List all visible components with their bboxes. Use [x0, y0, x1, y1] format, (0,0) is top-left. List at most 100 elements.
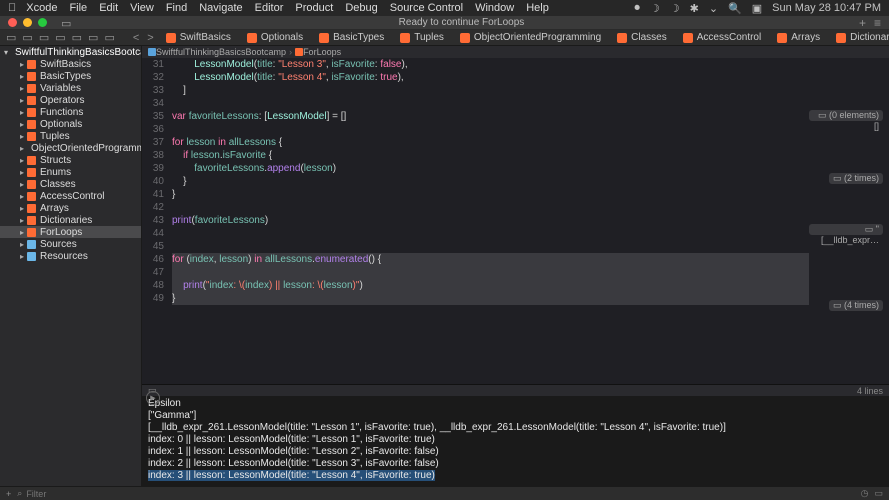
clock-icon[interactable]: ◷	[861, 488, 869, 499]
sidebar-item-optionals[interactable]: ▸Optionals	[0, 118, 141, 130]
sidebar-item-enums[interactable]: ▸Enums	[0, 166, 141, 178]
sidebar-item-functions[interactable]: ▸Functions	[0, 106, 141, 118]
tab-classes[interactable]: Classes	[609, 30, 675, 46]
tab-optionals[interactable]: Optionals	[239, 30, 311, 46]
chevron-right-icon[interactable]: ▸	[20, 168, 24, 177]
filter-input[interactable]	[26, 489, 143, 499]
menu-edit[interactable]: Edit	[99, 2, 118, 14]
sidebar-item-objectorientedprogramming[interactable]: ▸ObjectOrientedProgramming	[0, 142, 141, 154]
nav-find-icon[interactable]: ▭	[55, 31, 65, 45]
chevron-right-icon[interactable]: ▸	[20, 252, 24, 261]
sidebar-item-forloops[interactable]: ▸ForLoops	[0, 226, 141, 238]
tab-basictypes[interactable]: BasicTypes	[311, 30, 392, 46]
sidebar-item-swiftbasics[interactable]: ▸SwiftBasics	[0, 58, 141, 70]
apple-menu-icon[interactable]: 	[8, 2, 16, 14]
nav-project-icon[interactable]: ▭	[6, 31, 16, 45]
zoom-button[interactable]	[38, 18, 47, 27]
chevron-right-icon[interactable]: ▸	[20, 120, 24, 129]
chevron-right-icon[interactable]: ▸	[20, 84, 24, 93]
chevron-right-icon[interactable]: ▸	[20, 240, 24, 249]
editor-back-button[interactable]: <	[133, 32, 139, 44]
nav-source-control-icon[interactable]: ▭	[22, 31, 32, 45]
results-sidebar[interactable]: ▭ (0 elements) [] ▭ (2 times) ▭ "[__lldb…	[809, 58, 889, 384]
breadcrumb-bar[interactable]: SwiftfulThinkingBasicsBootcamp › ForLoop…	[142, 46, 889, 58]
nav-symbol-icon[interactable]: ▭	[39, 31, 49, 45]
chevron-right-icon[interactable]: ▸	[20, 192, 24, 201]
chevron-right-icon[interactable]: ▸	[20, 72, 24, 81]
tab-accesscontrol[interactable]: AccessControl	[675, 30, 769, 46]
debug-console[interactable]: Epsilon["Gamma"][__lldb_expr_261.LessonM…	[142, 396, 889, 486]
breadcrumb-project[interactable]: SwiftfulThinkingBasicsBootcamp	[156, 47, 286, 57]
clock[interactable]: Sun May 28 10:47 PM	[772, 2, 881, 14]
loom-icon[interactable]: ✱	[690, 2, 699, 15]
record-icon[interactable]: ⏺	[634, 2, 640, 15]
chevron-right-icon[interactable]: ▸	[20, 108, 24, 117]
code-editor[interactable]: LessonModel(title: "Lesson 3", isFavorit…	[172, 58, 809, 384]
chevron-right-icon[interactable]: ▸	[20, 96, 24, 105]
chevron-right-icon[interactable]: ▸	[20, 228, 24, 237]
chevron-right-icon[interactable]: ▸	[20, 156, 24, 165]
run-line-button[interactable]: ▶	[146, 391, 160, 405]
tab-tuples[interactable]: Tuples	[392, 30, 452, 46]
sidebar-item-structs[interactable]: ▸Structs	[0, 154, 141, 166]
sidebar-item-variables[interactable]: ▸Variables	[0, 82, 141, 94]
sidebar-item-classes[interactable]: ▸Classes	[0, 178, 141, 190]
minimize-button[interactable]	[23, 18, 32, 27]
sidebar-item-arrays[interactable]: ▸Arrays	[0, 202, 141, 214]
nav-test-icon[interactable]: ▭	[88, 31, 98, 45]
wifi-icon[interactable]: ⌄	[709, 2, 718, 15]
chevron-right-icon[interactable]: ▸	[20, 180, 24, 189]
menu-help[interactable]: Help	[526, 2, 549, 14]
sidebar-toggle-icon[interactable]: ▭	[61, 17, 72, 28]
add-tab-button[interactable]: +	[859, 16, 866, 30]
navigator-toolbar: ▭ ▭ ▭ ▭ ▭ ▭ ▭ < > SwiftBasics Optionals …	[0, 30, 889, 46]
result-badge[interactable]: ▭ (4 times)	[829, 300, 883, 311]
breadcrumb-file[interactable]: ForLoops	[303, 47, 341, 57]
nav-issue-icon[interactable]: ▭	[72, 31, 82, 45]
chevron-right-icon[interactable]: ▸	[20, 216, 24, 225]
sidebar-item-operators[interactable]: ▸Operators	[0, 94, 141, 106]
chevron-right-icon[interactable]: ▸	[20, 144, 24, 153]
menu-product[interactable]: Product	[295, 2, 333, 14]
menu-editor[interactable]: Editor	[255, 2, 284, 14]
result-badge[interactable]: ▭ "[__lldb_expr…	[809, 224, 883, 235]
sidebar-item-accesscontrol[interactable]: ▸AccessControl	[0, 190, 141, 202]
sidebar-item-basictypes[interactable]: ▸BasicTypes	[0, 70, 141, 82]
close-button[interactable]	[8, 18, 17, 27]
moon-icon[interactable]: ☽	[670, 2, 680, 15]
tab-swiftbasics[interactable]: SwiftBasics	[158, 30, 239, 46]
project-root[interactable]: ▾ SwiftfulThinkingBasicsBootcamp	[0, 46, 141, 58]
tab-arrays[interactable]: Arrays	[769, 30, 828, 46]
menu-source-control[interactable]: Source Control	[390, 2, 463, 14]
nav-debug-icon[interactable]: ▭	[104, 31, 114, 45]
chevron-down-icon[interactable]: ▾	[4, 48, 8, 57]
scope-icon[interactable]: ▭	[874, 488, 883, 499]
result-badge[interactable]: ▭ (0 elements) []	[809, 110, 883, 121]
library-button[interactable]: ≡	[874, 16, 881, 30]
tab-oop[interactable]: ObjectOrientedProgramming	[452, 30, 609, 46]
menu-app[interactable]: Xcode	[26, 2, 57, 14]
menu-window[interactable]: Window	[475, 2, 514, 14]
sidebar-item-resources[interactable]: ▸Resources	[0, 250, 141, 262]
macos-menubar:  Xcode File Edit View Find Navigate Edi…	[0, 0, 889, 16]
sidebar-item-label: Tuples	[40, 131, 70, 142]
menu-debug[interactable]: Debug	[345, 2, 377, 14]
chevron-right-icon[interactable]: ▸	[20, 132, 24, 141]
result-badge[interactable]: ▭ (2 times)	[829, 173, 883, 184]
sidebar-item-tuples[interactable]: ▸ Tuples	[0, 130, 141, 142]
menu-find[interactable]: Find	[166, 2, 187, 14]
search-icon[interactable]: 🔍	[728, 2, 742, 15]
project-navigator[interactable]: ▾ SwiftfulThinkingBasicsBootcamp ▸SwiftB…	[0, 46, 142, 486]
sidebar-item-dictionaries[interactable]: ▸Dictionaries	[0, 214, 141, 226]
chevron-right-icon[interactable]: ▸	[20, 204, 24, 213]
dnd-icon[interactable]: ☽	[650, 2, 660, 15]
chevron-right-icon[interactable]: ▸	[20, 60, 24, 69]
add-button[interactable]: +	[6, 489, 11, 499]
menu-file[interactable]: File	[69, 2, 87, 14]
sidebar-item-sources[interactable]: ▸Sources	[0, 238, 141, 250]
menu-navigate[interactable]: Navigate	[199, 2, 242, 14]
menu-view[interactable]: View	[130, 2, 154, 14]
tab-dictionaries[interactable]: Dictionaries	[828, 30, 889, 46]
control-center-icon[interactable]: ▣	[752, 2, 762, 15]
editor-forward-button[interactable]: >	[147, 32, 153, 44]
